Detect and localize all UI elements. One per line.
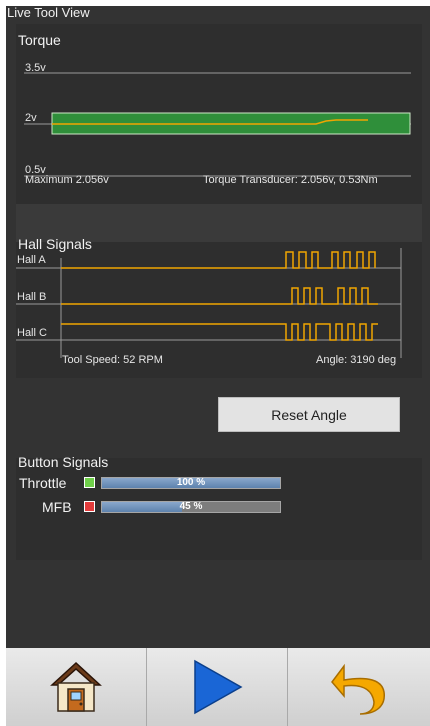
- reset-angle-button[interactable]: Reset Angle: [218, 397, 400, 432]
- hall-a-trace: [61, 251, 376, 269]
- play-button[interactable]: [147, 648, 288, 726]
- tool-speed-readout: Tool Speed: 52 RPM: [62, 354, 163, 366]
- hall-b-trace: [61, 287, 378, 305]
- button-signals-section-label: Button Signals: [18, 454, 109, 470]
- hall-signals-panel: Hall Signals Hall A Hall B Hall C Tool S…: [16, 236, 422, 378]
- throttle-status-led: [84, 477, 95, 488]
- throttle-label: Throttle: [19, 475, 67, 491]
- torque-maximum-readout: Maximum 2.056v: [25, 174, 109, 186]
- app-title: Live Tool View: [7, 6, 90, 20]
- undo-icon: [331, 663, 385, 715]
- throttle-value: 100 %: [176, 477, 206, 488]
- play-icon: [194, 659, 243, 715]
- mfb-status-led: [84, 501, 95, 512]
- button-signals-panel: Button Signals Throttle 100 % MFB 45 %: [16, 454, 422, 560]
- throttle-level-bar: 100 %: [101, 477, 281, 489]
- torque-panel: Torque 3.5v 2v 0.5v Maximum 2.056v Torqu…: [16, 24, 422, 204]
- mfb-label: MFB: [42, 499, 72, 515]
- mfb-level-bar: 45 %: [101, 501, 281, 513]
- home-button[interactable]: [6, 648, 147, 726]
- hall-c-trace: [61, 323, 378, 341]
- angle-readout: Angle: 3190 deg: [316, 354, 397, 366]
- mfb-value: 45 %: [179, 501, 203, 512]
- live-tool-view-window: Live Tool View Torque 3.5v 2v 0.5v Maxim…: [6, 6, 430, 726]
- undo-button[interactable]: [288, 648, 430, 726]
- bottom-nav-bar: [6, 648, 430, 726]
- torque-transducer-readout: Torque Transducer: 2.056v, 0.53Nm: [203, 174, 378, 186]
- home-icon: [50, 661, 102, 712]
